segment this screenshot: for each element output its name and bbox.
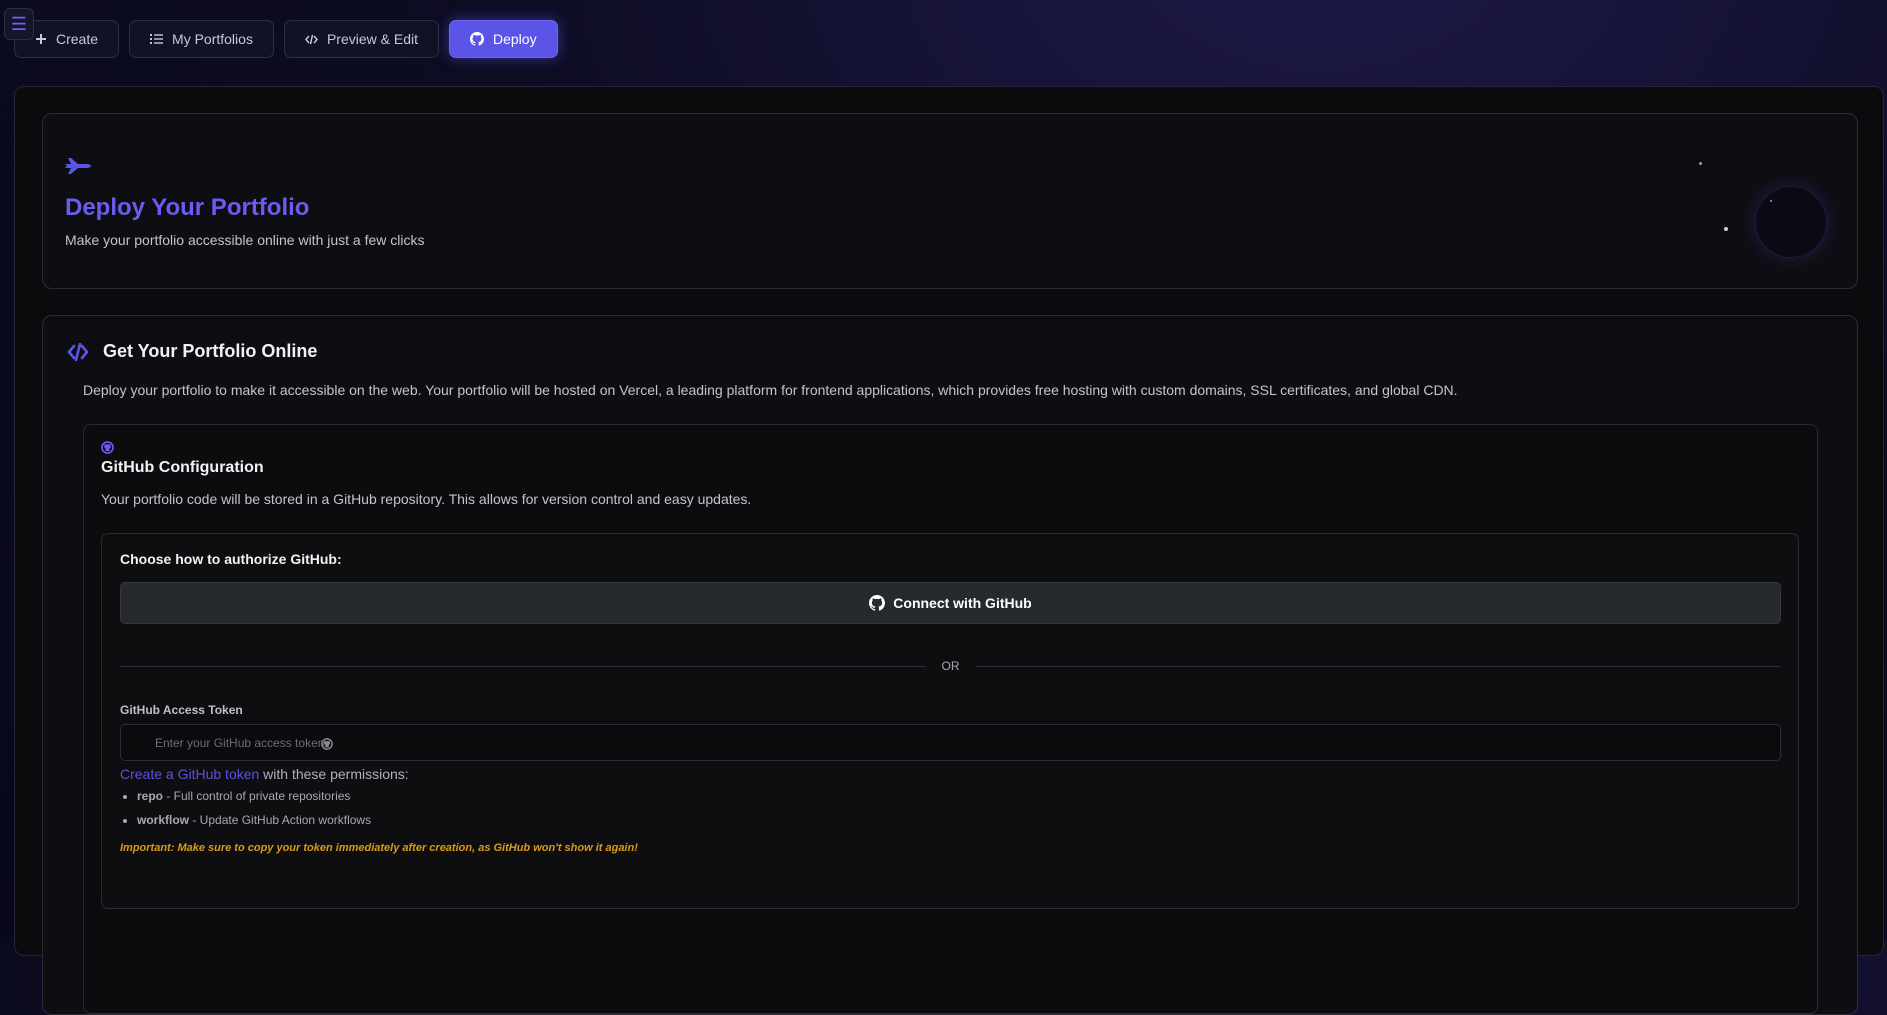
authorization-box: Choose how to authorize GitHub: Connect … xyxy=(101,533,1799,909)
github-config-title: GitHub Configuration xyxy=(101,459,264,476)
permission-name: workflow xyxy=(137,813,190,827)
decorative-orb xyxy=(1755,186,1827,258)
connect-github-button[interactable]: Connect with GitHub xyxy=(120,582,1781,624)
list-item: workflow - Update GitHub Action workflow… xyxy=(137,812,371,828)
decorative-star xyxy=(1770,200,1772,202)
token-help-suffix: with these permissions: xyxy=(259,766,409,782)
hero-banner: Deploy Your Portfolio Make your portfoli… xyxy=(42,113,1858,289)
tab-my-portfolios[interactable]: My Portfolios xyxy=(129,20,274,58)
section-description: Deploy your portfolio to make it accessi… xyxy=(83,382,1458,398)
auth-heading: Choose how to authorize GitHub: xyxy=(120,551,342,567)
menu-toggle-button[interactable]: ☰ xyxy=(4,8,34,40)
github-icon xyxy=(321,737,333,755)
permission-name: repo xyxy=(137,789,164,803)
plus-icon xyxy=(35,33,47,45)
permissions-list: repo - Full control of private repositor… xyxy=(120,788,371,836)
deploy-section-card: Get Your Portfolio Online Deploy your po… xyxy=(42,315,1858,1015)
important-note: Important: Make sure to copy your token … xyxy=(120,842,638,854)
tab-deploy-label: Deploy xyxy=(493,31,537,47)
top-nav-tabs: Create My Portfolios Preview & Edit Depl… xyxy=(14,20,558,58)
hero-subtitle: Make your portfolio accessible online wi… xyxy=(65,232,425,248)
section-title: Get Your Portfolio Online xyxy=(103,341,318,361)
list-icon xyxy=(150,33,164,45)
hamburger-icon: ☰ xyxy=(10,13,28,34)
hero-title: Deploy Your Portfolio xyxy=(65,194,310,221)
decorative-star xyxy=(1724,227,1728,231)
create-token-link[interactable]: Create a GitHub token xyxy=(120,766,259,782)
code-icon xyxy=(67,342,89,366)
token-label: GitHub Access Token xyxy=(120,703,243,717)
github-configuration-card: GitHub Configuration Your portfolio code… xyxy=(83,424,1818,1014)
list-item: repo - Full control of private repositor… xyxy=(137,788,371,804)
permission-desc: - Update GitHub Action workflows xyxy=(189,813,372,827)
main-panel: Deploy Your Portfolio Make your portfoli… xyxy=(14,86,1884,1015)
tab-preview-edit[interactable]: Preview & Edit xyxy=(283,20,439,58)
github-token-input[interactable] xyxy=(121,725,1780,760)
tab-my-portfolios-label: My Portfolios xyxy=(172,31,253,47)
or-divider: OR xyxy=(120,658,1781,674)
connect-github-label: Connect with GitHub xyxy=(893,595,1032,611)
plane-icon xyxy=(65,156,91,181)
token-field-wrapper xyxy=(120,724,1781,761)
tab-create-label: Create xyxy=(56,31,99,47)
token-help-text: Create a GitHub token with these permiss… xyxy=(120,766,409,782)
permission-desc: - Full control of private repositories xyxy=(163,789,351,803)
github-config-description: Your portfolio code will be stored in a … xyxy=(101,491,752,507)
github-icon xyxy=(101,441,114,459)
github-icon xyxy=(470,32,484,46)
decorative-star xyxy=(1699,162,1702,165)
github-icon xyxy=(869,595,886,611)
tab-deploy[interactable]: Deploy xyxy=(449,20,558,58)
divider-line xyxy=(975,666,1781,667)
code-icon xyxy=(304,34,318,45)
tab-preview-edit-label: Preview & Edit xyxy=(326,31,418,47)
